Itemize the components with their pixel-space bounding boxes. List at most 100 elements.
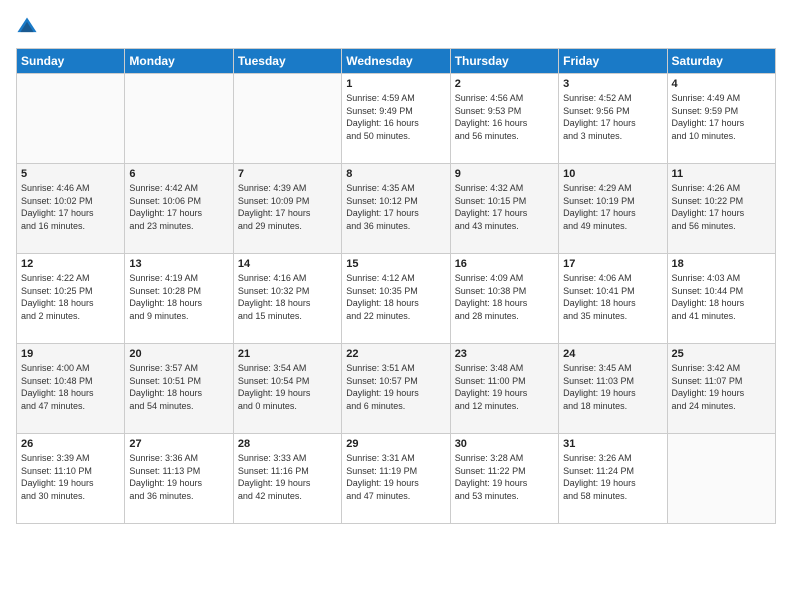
calendar-cell: 9 Sunrise: 4:32 AM Sunset: 10:15 PM Dayli… xyxy=(450,164,558,254)
calendar-cell: 29 Sunrise: 3:31 AM Sunset: 11:19 PM Dayl… xyxy=(342,434,450,524)
day-info: Sunrise: 3:48 AM Sunset: 11:00 PM Daylig… xyxy=(455,362,554,412)
day-number: 30 xyxy=(455,438,554,450)
day-info: Sunrise: 4:29 AM Sunset: 10:19 PM Daylig… xyxy=(563,182,662,232)
header-day-thursday: Thursday xyxy=(450,49,558,74)
day-number: 1 xyxy=(346,78,445,90)
day-number: 3 xyxy=(563,78,662,90)
calendar-cell: 12 Sunrise: 4:22 AM Sunset: 10:25 PM Dayl… xyxy=(17,254,125,344)
day-number: 25 xyxy=(672,348,771,360)
calendar-cell: 22 Sunrise: 3:51 AM Sunset: 10:57 PM Dayl… xyxy=(342,344,450,434)
calendar-week-3: 12 Sunrise: 4:22 AM Sunset: 10:25 PM Dayl… xyxy=(17,254,776,344)
header-day-friday: Friday xyxy=(559,49,667,74)
day-info: Sunrise: 4:56 AM Sunset: 9:53 PM Dayligh… xyxy=(455,92,554,142)
calendar-cell: 3 Sunrise: 4:52 AM Sunset: 9:56 PM Daylig… xyxy=(559,74,667,164)
calendar-cell: 5 Sunrise: 4:46 AM Sunset: 10:02 PM Dayli… xyxy=(17,164,125,254)
page: SundayMondayTuesdayWednesdayThursdayFrid… xyxy=(0,0,792,534)
calendar-cell: 24 Sunrise: 3:45 AM Sunset: 11:03 PM Dayl… xyxy=(559,344,667,434)
day-info: Sunrise: 4:06 AM Sunset: 10:41 PM Daylig… xyxy=(563,272,662,322)
header-day-saturday: Saturday xyxy=(667,49,775,74)
day-number: 13 xyxy=(129,258,228,270)
day-number: 10 xyxy=(563,168,662,180)
day-number: 23 xyxy=(455,348,554,360)
day-info: Sunrise: 4:52 AM Sunset: 9:56 PM Dayligh… xyxy=(563,92,662,142)
calendar-cell: 21Sunrise: 3:54 AM Sunset: 10:54 PM Dayl… xyxy=(233,344,341,434)
day-info: Sunrise: 4:42 AM Sunset: 10:06 PM Daylig… xyxy=(129,182,228,232)
calendar-cell: 20 Sunrise: 3:57 AM Sunset: 10:51 PM Dayl… xyxy=(125,344,233,434)
day-info: Sunrise: 4:00 AM Sunset: 10:48 PM Daylig… xyxy=(21,362,120,412)
day-info: Sunrise: 3:26 AM Sunset: 11:24 PM Daylig… xyxy=(563,452,662,502)
day-number: 9 xyxy=(455,168,554,180)
calendar-cell xyxy=(233,74,341,164)
day-info: Sunrise: 3:33 AM Sunset: 11:16 PM Daylig… xyxy=(238,452,337,502)
day-info: Sunrise: 3:57 AM Sunset: 10:51 PM Daylig… xyxy=(129,362,228,412)
day-number: 21 xyxy=(238,348,337,360)
day-number: 26 xyxy=(21,438,120,450)
day-info: Sunrise: 3:31 AM Sunset: 11:19 PM Daylig… xyxy=(346,452,445,502)
day-number: 18 xyxy=(672,258,771,270)
calendar-cell: 27Sunrise: 3:36 AM Sunset: 11:13 PM Dayl… xyxy=(125,434,233,524)
day-info: Sunrise: 4:22 AM Sunset: 10:25 PM Daylig… xyxy=(21,272,120,322)
day-info: Sunrise: 4:59 AM Sunset: 9:49 PM Dayligh… xyxy=(346,92,445,142)
day-info: Sunrise: 4:03 AM Sunset: 10:44 PM Daylig… xyxy=(672,272,771,322)
calendar-cell: 10 Sunrise: 4:29 AM Sunset: 10:19 PM Dayl… xyxy=(559,164,667,254)
day-info: Sunrise: 4:35 AM Sunset: 10:12 PM Daylig… xyxy=(346,182,445,232)
calendar-cell: 31 Sunrise: 3:26 AM Sunset: 11:24 PM Dayl… xyxy=(559,434,667,524)
logo-icon xyxy=(16,16,38,38)
day-info: Sunrise: 3:42 AM Sunset: 11:07 PM Daylig… xyxy=(672,362,771,412)
calendar-cell: 13 Sunrise: 4:19 AM Sunset: 10:28 PM Dayl… xyxy=(125,254,233,344)
day-number: 24 xyxy=(563,348,662,360)
day-number: 22 xyxy=(346,348,445,360)
day-info: Sunrise: 4:46 AM Sunset: 10:02 PM Daylig… xyxy=(21,182,120,232)
day-info: Sunrise: 4:19 AM Sunset: 10:28 PM Daylig… xyxy=(129,272,228,322)
calendar-cell: 4 Sunrise: 4:49 AM Sunset: 9:59 PM Daylig… xyxy=(667,74,775,164)
header-day-sunday: Sunday xyxy=(17,49,125,74)
day-number: 29 xyxy=(346,438,445,450)
calendar-cell: 2Sunrise: 4:56 AM Sunset: 9:53 PM Daylig… xyxy=(450,74,558,164)
header xyxy=(16,16,776,38)
day-info: Sunrise: 3:51 AM Sunset: 10:57 PM Daylig… xyxy=(346,362,445,412)
day-info: Sunrise: 3:39 AM Sunset: 11:10 PM Daylig… xyxy=(21,452,120,502)
calendar-cell: 11 Sunrise: 4:26 AM Sunset: 10:22 PM Dayl… xyxy=(667,164,775,254)
calendar-week-2: 5 Sunrise: 4:46 AM Sunset: 10:02 PM Dayli… xyxy=(17,164,776,254)
day-number: 16 xyxy=(455,258,554,270)
logo xyxy=(16,16,42,38)
calendar-cell: 7 Sunrise: 4:39 AM Sunset: 10:09 PM Dayli… xyxy=(233,164,341,254)
day-number: 20 xyxy=(129,348,228,360)
day-number: 12 xyxy=(21,258,120,270)
calendar-cell: 1 Sunrise: 4:59 AM Sunset: 9:49 PM Daylig… xyxy=(342,74,450,164)
calendar-cell: 8 Sunrise: 4:35 AM Sunset: 10:12 PM Dayli… xyxy=(342,164,450,254)
calendar-cell: 16 Sunrise: 4:09 AM Sunset: 10:38 PM Dayl… xyxy=(450,254,558,344)
calendar-cell: 26 Sunrise: 3:39 AM Sunset: 11:10 PM Dayl… xyxy=(17,434,125,524)
day-number: 7 xyxy=(238,168,337,180)
calendar-cell: 19 Sunrise: 4:00 AM Sunset: 10:48 PM Dayl… xyxy=(17,344,125,434)
header-day-monday: Monday xyxy=(125,49,233,74)
day-number: 31 xyxy=(563,438,662,450)
day-number: 17 xyxy=(563,258,662,270)
header-day-tuesday: Tuesday xyxy=(233,49,341,74)
day-info: Sunrise: 4:09 AM Sunset: 10:38 PM Daylig… xyxy=(455,272,554,322)
calendar-cell: 15Sunrise: 4:12 AM Sunset: 10:35 PM Dayl… xyxy=(342,254,450,344)
day-number: 5 xyxy=(21,168,120,180)
day-info: Sunrise: 4:16 AM Sunset: 10:32 PM Daylig… xyxy=(238,272,337,322)
day-info: Sunrise: 4:49 AM Sunset: 9:59 PM Dayligh… xyxy=(672,92,771,142)
calendar-week-4: 19 Sunrise: 4:00 AM Sunset: 10:48 PM Dayl… xyxy=(17,344,776,434)
calendar-cell xyxy=(125,74,233,164)
calendar-header: SundayMondayTuesdayWednesdayThursdayFrid… xyxy=(17,49,776,74)
calendar-cell: 17 Sunrise: 4:06 AM Sunset: 10:41 PM Dayl… xyxy=(559,254,667,344)
header-day-wednesday: Wednesday xyxy=(342,49,450,74)
calendar-week-1: 1 Sunrise: 4:59 AM Sunset: 9:49 PM Daylig… xyxy=(17,74,776,164)
day-number: 28 xyxy=(238,438,337,450)
day-info: Sunrise: 3:36 AM Sunset: 11:13 PM Daylig… xyxy=(129,452,228,502)
day-info: Sunrise: 4:39 AM Sunset: 10:09 PM Daylig… xyxy=(238,182,337,232)
day-number: 8 xyxy=(346,168,445,180)
calendar-table: SundayMondayTuesdayWednesdayThursdayFrid… xyxy=(16,48,776,524)
day-number: 19 xyxy=(21,348,120,360)
calendar-cell: 14Sunrise: 4:16 AM Sunset: 10:32 PM Dayl… xyxy=(233,254,341,344)
day-info: Sunrise: 4:32 AM Sunset: 10:15 PM Daylig… xyxy=(455,182,554,232)
day-number: 6 xyxy=(129,168,228,180)
day-info: Sunrise: 3:45 AM Sunset: 11:03 PM Daylig… xyxy=(563,362,662,412)
day-number: 11 xyxy=(672,168,771,180)
day-number: 4 xyxy=(672,78,771,90)
header-row: SundayMondayTuesdayWednesdayThursdayFrid… xyxy=(17,49,776,74)
day-info: Sunrise: 4:26 AM Sunset: 10:22 PM Daylig… xyxy=(672,182,771,232)
